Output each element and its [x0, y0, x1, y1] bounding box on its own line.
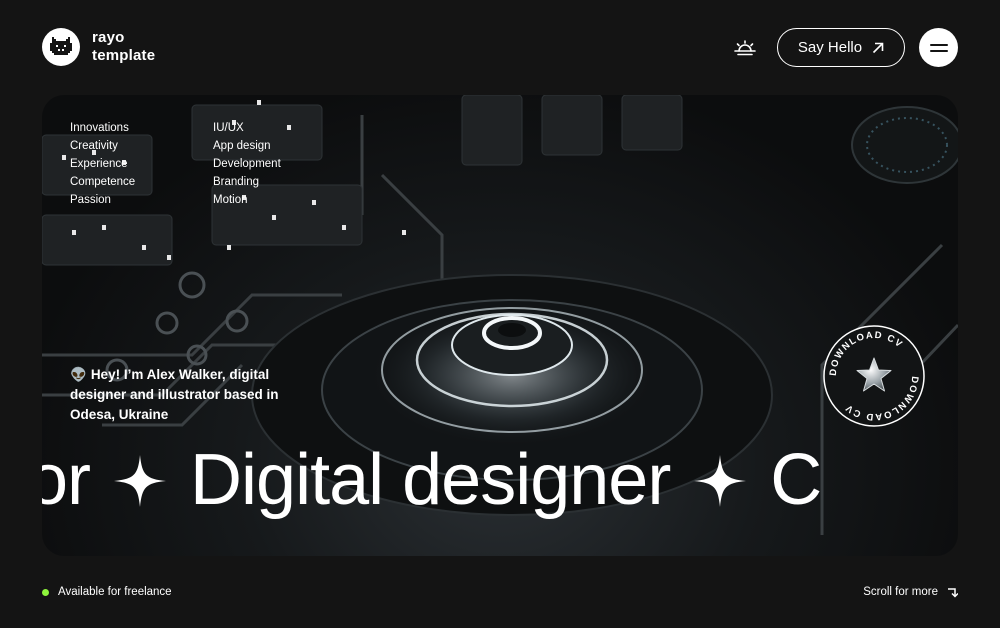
hero-menu-item-motion[interactable]: Motion [213, 193, 281, 207]
marquee-main: Digital designer [190, 440, 671, 520]
say-hello-button[interactable]: Say Hello [777, 28, 905, 67]
hero-menu-item-creativity[interactable]: Creativity [70, 139, 135, 153]
hero-menu-right: IU/UX App design Development Branding Mo… [213, 121, 281, 207]
status-dot [42, 588, 49, 596]
marquee-suffix: C [770, 440, 822, 520]
arrow-up-right-icon [873, 42, 884, 53]
hero-menu-item-experience[interactable]: Experience [70, 157, 135, 171]
hero-section: Innovations Creativity Experience Compet… [42, 95, 958, 556]
hero-menu-item-passion[interactable]: Passion [70, 193, 135, 207]
arrow-down-right-icon [948, 588, 958, 598]
logo-text: rayo template [92, 29, 155, 65]
download-cv-button[interactable]: DOWNLOAD CV DOWNLOAD CV [822, 324, 926, 428]
pixel-cat-icon [42, 28, 80, 66]
sunrise-icon[interactable] [733, 36, 757, 60]
intro-text: Hey! I’m Alex Walker, digital designer a… [70, 367, 279, 422]
header-actions: Say Hello [733, 28, 958, 67]
logo-line-1: rayo [92, 29, 125, 46]
hero-menu-item-development[interactable]: Development [213, 157, 281, 171]
hero-menu-item-competence[interactable]: Competence [70, 175, 135, 189]
say-hello-label: Say Hello [797, 39, 863, 56]
hero-menu-item-innovations[interactable]: Innovations [70, 121, 135, 135]
logo[interactable]: rayo template [42, 28, 155, 66]
hero-menu-item-branding[interactable]: Branding [213, 175, 281, 189]
hero-menu-item-app-design[interactable]: App design [213, 139, 281, 153]
logo-line-2: template [92, 47, 156, 64]
hero-menu-left: Innovations Creativity Experience Compet… [70, 121, 135, 207]
marquee-prefix: or [42, 440, 91, 520]
availability-status: Available for freelance [42, 586, 172, 598]
status-text: Available for freelance [58, 586, 172, 598]
sparkle-icon [692, 440, 748, 530]
hamburger-icon [929, 43, 948, 52]
hero-menu-item-iu-ux[interactable]: IU/UX [213, 121, 281, 135]
sparkle-icon [112, 440, 168, 530]
scroll-for-more-link[interactable]: Scroll for more [863, 586, 958, 598]
menu-button[interactable] [919, 28, 958, 67]
scroll-text: Scroll for more [863, 586, 938, 598]
hero-marquee: or Digital designer C [42, 435, 822, 530]
hero-intro: 👽 Hey! I’m Alex Walker, digital designer … [70, 365, 300, 425]
alien-icon: 👽 [70, 367, 87, 382]
